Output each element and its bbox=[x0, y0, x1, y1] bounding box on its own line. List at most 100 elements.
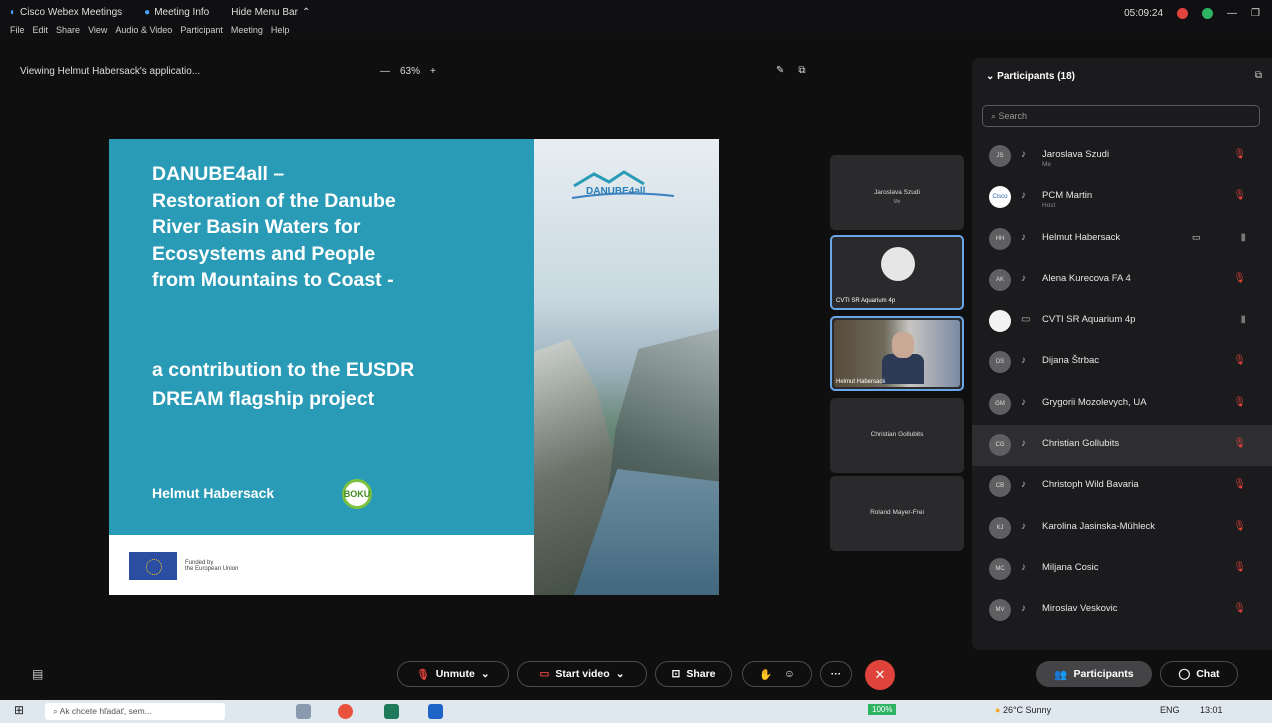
menu-bar: File Edit Share View Audio & Video Parti… bbox=[10, 25, 289, 35]
start-video-label: Start video bbox=[555, 668, 610, 680]
audio-icon: ♪ bbox=[1021, 355, 1026, 367]
zoom-out-button[interactable]: — bbox=[380, 66, 390, 77]
language-indicator[interactable]: ENG bbox=[1160, 705, 1180, 715]
popout-icon[interactable]: ⧉ bbox=[798, 65, 805, 76]
participant-row[interactable]: HH ♪ Helmut Habersack ▭ ▮ bbox=[972, 219, 1272, 260]
slide-photo: DANUBE4all bbox=[534, 139, 719, 595]
participant-row[interactable]: DS ♪ Dijana Štrbac 🎙 bbox=[972, 342, 1272, 383]
menu-participant[interactable]: Participant bbox=[180, 25, 223, 35]
participants-title[interactable]: ⌄ Participants (18) bbox=[986, 71, 1075, 82]
windows-start-icon[interactable]: ⊞ bbox=[14, 703, 24, 717]
menu-help[interactable]: Help bbox=[271, 25, 290, 35]
slide-title-line: DANUBE4all – bbox=[152, 163, 285, 185]
zoom-in-button[interactable]: + bbox=[430, 66, 436, 77]
share-button[interactable]: ⊡ Share bbox=[655, 661, 732, 687]
weather-widget[interactable]: ● 26°C Sunny bbox=[995, 705, 1051, 715]
microphone-muted-icon[interactable]: 🎙 bbox=[1233, 562, 1246, 573]
participant-row[interactable]: MV ♪ Miroslav Veskovic 🎙 bbox=[972, 590, 1272, 631]
eu-funding: Funded by the European Union bbox=[129, 551, 279, 581]
video-on-icon: ▭ bbox=[1192, 231, 1201, 242]
shared-slide: DANUBE4all DANUBE4all – Restoration of t… bbox=[109, 139, 719, 595]
participants-button[interactable]: 👥 Participants bbox=[1036, 661, 1152, 687]
audio-level-icon[interactable]: ▮ bbox=[1240, 232, 1246, 243]
taskbar-clock[interactable]: 13:01 bbox=[1200, 705, 1223, 715]
avatar: JS bbox=[989, 145, 1011, 167]
microphone-muted-icon[interactable]: 🎙 bbox=[1233, 190, 1246, 201]
raise-hand-icon[interactable]: ✋ bbox=[759, 668, 772, 681]
hide-menu-button[interactable]: Hide Menu Bar ⌃ bbox=[231, 7, 310, 18]
participant-name: Dijana Štrbac bbox=[1042, 355, 1100, 367]
webex-taskbar-icon[interactable] bbox=[384, 704, 399, 719]
participant-row[interactable]: AK ♪ Alena Kurecova FA 4 🎙 bbox=[972, 260, 1272, 301]
microphone-muted-icon[interactable]: 🎙 bbox=[1233, 397, 1246, 408]
search-input[interactable]: ⌕ Search bbox=[982, 105, 1260, 127]
microphone-muted-icon[interactable]: 🎙 bbox=[1233, 355, 1246, 366]
audio-icon: ♪ bbox=[1021, 479, 1026, 491]
menu-edit[interactable]: Edit bbox=[33, 25, 49, 35]
restore-button[interactable]: ❐ bbox=[1251, 8, 1260, 19]
reactions-icon[interactable]: ☺ bbox=[784, 668, 795, 680]
captions-icon[interactable]: ▤ bbox=[32, 667, 43, 681]
connection-icon[interactable] bbox=[1202, 8, 1214, 19]
taskbar-search[interactable]: ⌕ Ak chcete hľadať, sem... bbox=[45, 703, 225, 720]
menu-view[interactable]: View bbox=[88, 25, 107, 35]
more-options-button[interactable]: ··· bbox=[820, 661, 852, 687]
audio-level-icon[interactable]: ▮ bbox=[1240, 314, 1246, 325]
slide-subtitle: a contribution to the EUSDR DREAM flagsh… bbox=[152, 356, 522, 414]
view-tools: ✎ ⧉ bbox=[776, 65, 806, 76]
participant-row[interactable]: CG ♪ Christian Gollubits 🎙 bbox=[972, 425, 1272, 467]
video-tile[interactable]: Jaroslava Szudi Me bbox=[830, 155, 964, 230]
unmute-button[interactable]: 🎙 Unmute ⌄ bbox=[397, 661, 509, 687]
chat-button[interactable]: ◯ Chat bbox=[1160, 661, 1238, 687]
participant-row[interactable]: MC ♪ Miljana Cosic 🎙 bbox=[972, 549, 1272, 590]
popout-panel-icon[interactable]: ⧉ bbox=[1255, 70, 1262, 81]
video-tile[interactable]: Roland Mayer-Frei bbox=[830, 476, 964, 551]
video-tile[interactable]: CVTI SR Aquarium 4p bbox=[830, 235, 964, 310]
zoom-level[interactable]: 63% bbox=[400, 66, 420, 77]
participant-row[interactable]: JS ♪ Jaroslava Szudi Me 🎙 bbox=[972, 136, 1272, 177]
zoom-controls: — 63% + bbox=[380, 66, 436, 77]
danube4all-logo: DANUBE4all bbox=[571, 170, 675, 199]
participant-name: Christoph Wild Bavaria bbox=[1042, 479, 1139, 491]
viewing-label: Viewing Helmut Habersack's applicatio... bbox=[20, 66, 201, 77]
search-icon: ⌕ bbox=[53, 706, 60, 716]
microphone-muted-icon[interactable]: 🎙 bbox=[1233, 438, 1246, 449]
microphone-muted-icon: 🎙 bbox=[416, 668, 430, 681]
menu-share[interactable]: Share bbox=[56, 25, 80, 35]
menu-meeting[interactable]: Meeting bbox=[231, 25, 263, 35]
tile-name: Helmut Habersack bbox=[836, 379, 886, 385]
slide-title-line: Ecosystems and People bbox=[152, 242, 376, 265]
participant-row[interactable]: GM ♪ Grygorii Mozolevych, UA 🎙 bbox=[972, 384, 1272, 425]
microphone-muted-icon[interactable]: 🎙 bbox=[1233, 521, 1246, 532]
video-tile[interactable]: Christian Gollubits bbox=[830, 398, 964, 473]
start-video-button[interactable]: ▭ Start video ⌄ bbox=[517, 661, 647, 687]
camera-off-icon: ▭ bbox=[539, 668, 550, 680]
annotate-icon[interactable]: ✎ bbox=[776, 65, 784, 76]
participant-row[interactable]: KJ ♪ Karolina Jasinska-Mühleck 🎙 bbox=[972, 508, 1272, 549]
slide-subtitle-line: a contribution to the EUSDR bbox=[152, 359, 415, 381]
outlook-icon[interactable] bbox=[428, 704, 443, 719]
slide-subtitle-line: DREAM flagship project bbox=[152, 388, 375, 410]
meeting-info-button[interactable]: ● Meeting Info bbox=[144, 7, 209, 18]
microphone-muted-icon[interactable]: 🎙 bbox=[1233, 603, 1246, 614]
participant-row[interactable]: Cisco ♪ PCM Martin Host 🎙 bbox=[972, 177, 1272, 218]
eu-funding-text: Funded by the European Union bbox=[185, 560, 238, 572]
microphone-muted-icon[interactable]: 🎙 bbox=[1233, 149, 1246, 160]
video-tile-active[interactable]: Helmut Habersack bbox=[830, 316, 964, 391]
more-icon: ··· bbox=[830, 668, 842, 680]
menu-audio-video[interactable]: Audio & Video bbox=[115, 25, 172, 35]
microphone-muted-icon[interactable]: 🎙 bbox=[1233, 479, 1246, 490]
microphone-muted-icon[interactable]: 🎙 bbox=[1233, 273, 1246, 284]
participant-row[interactable]: CB ♪ Christoph Wild Bavaria 🎙 bbox=[972, 466, 1272, 507]
leave-meeting-button[interactable]: ✕ bbox=[865, 660, 895, 690]
menu-file[interactable]: File bbox=[10, 25, 25, 35]
chrome-icon[interactable] bbox=[338, 704, 353, 719]
meeting-controls: ▤ 🎙 Unmute ⌄ ▭ Start video ⌄ ⊡ Share ✋ ☺ ··· ✕… bbox=[0, 650, 1272, 694]
slide-author: Helmut Habersack bbox=[152, 485, 275, 501]
minimize-button[interactable]: — bbox=[1227, 8, 1237, 19]
record-icon[interactable] bbox=[1177, 8, 1189, 19]
chat-label: Chat bbox=[1196, 668, 1220, 680]
participants-title-text: Participants (18) bbox=[997, 71, 1075, 82]
task-view-icon[interactable] bbox=[296, 704, 311, 719]
participant-row[interactable]: ▭ CVTI SR Aquarium 4p ▮ bbox=[972, 301, 1272, 342]
